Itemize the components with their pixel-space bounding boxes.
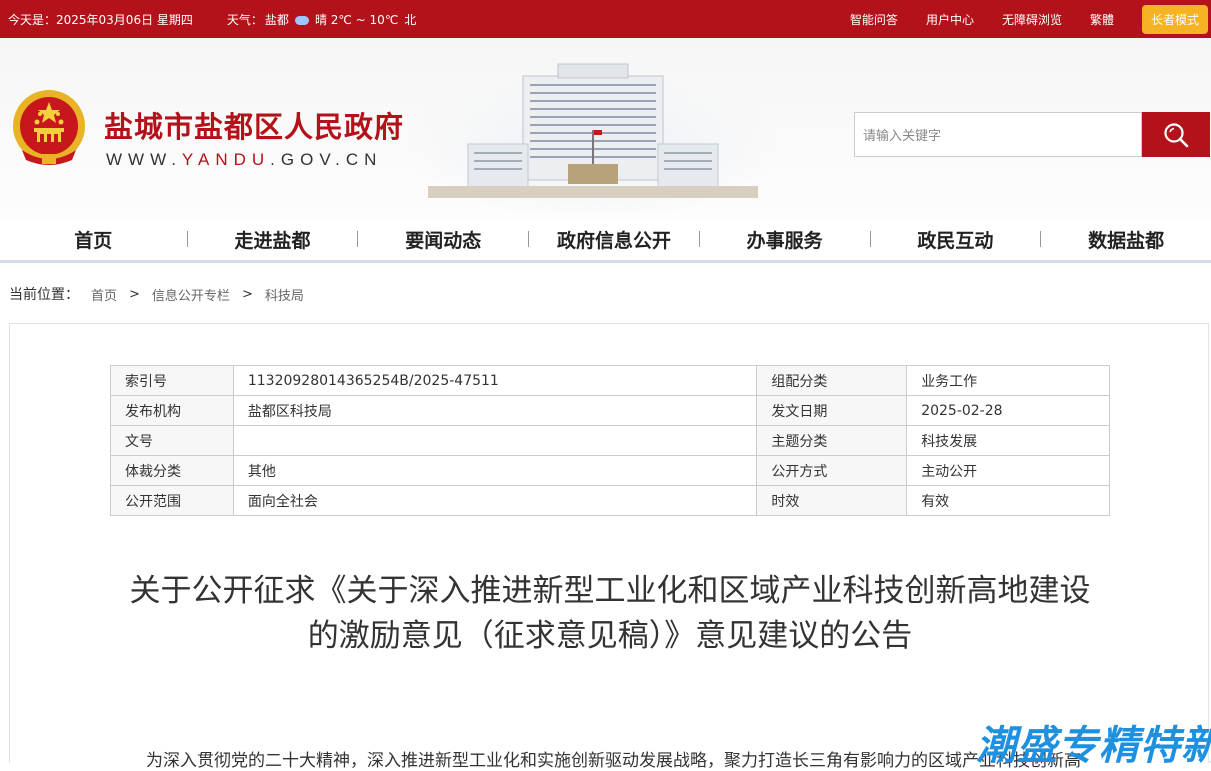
- breadcrumb-info-column[interactable]: 信息公开专栏: [152, 285, 230, 304]
- article-title: 关于公开征求《关于深入推进新型工业化和区域产业科技创新高地建设 的激励意见（征求…: [70, 569, 1150, 659]
- meta-row: 公开范围 面向全社会 时效 有效: [110, 485, 1110, 516]
- nav-about[interactable]: 走进盐都: [188, 226, 358, 253]
- link-traditional[interactable]: 繁體: [1090, 11, 1114, 28]
- meta-value: 有效: [906, 485, 1110, 516]
- top-bar: 今天是：2025年03月06日 星期四 天气： 盐都 晴 2℃ ~ 10℃ 北 …: [0, 0, 1211, 38]
- site-url-suffix: .GOV.CN: [270, 150, 383, 169]
- link-user-center[interactable]: 用户中心: [926, 11, 974, 28]
- meta-value: 盐都区科技局: [232, 395, 758, 426]
- top-bar-links: 智能问答 用户中心 无障碍浏览 繁體 长者模式: [850, 0, 1211, 38]
- weather-label: 天气：: [226, 12, 263, 27]
- article-body-first-line: 为深入贯彻党的二十大精神，深入推进新型工业化和实施创新驱动发展战略，聚力打造长三…: [146, 751, 1081, 771]
- meta-value: [232, 425, 758, 456]
- meta-row: 文号 主题分类 科技发展: [110, 425, 1110, 456]
- meta-key: 公开范围: [110, 485, 234, 516]
- search-input[interactable]: 请输入关键字: [854, 112, 1142, 157]
- site-header: 盐城市盐都区人民政府 WWW.YANDU.GOV.CN 请输入关键字: [0, 38, 1211, 218]
- meta-key: 组配分类: [756, 365, 908, 396]
- meta-value: 其他: [232, 455, 758, 486]
- meta-row: 体裁分类 其他 公开方式 主动公开: [110, 455, 1110, 486]
- site-url-prefix: WWW.: [106, 150, 182, 169]
- meta-value: 业务工作: [906, 365, 1110, 396]
- meta-key: 主题分类: [756, 425, 908, 456]
- article-title-line2: 的激励意见（征求意见稿）》意见建议的公告: [307, 618, 913, 654]
- nav-home[interactable]: 首页: [0, 226, 187, 253]
- weather-extra: 北: [404, 12, 417, 27]
- breadcrumb-home[interactable]: 首页: [91, 285, 117, 304]
- breadcrumb-label: 当前位置：: [9, 287, 79, 303]
- site-url: WWW.YANDU.GOV.CN: [106, 150, 382, 170]
- cloud-icon: [294, 15, 309, 25]
- meta-key: 索引号: [110, 365, 234, 396]
- top-bar-info: 今天是：2025年03月06日 星期四 天气： 盐都 晴 2℃ ~ 10℃ 北: [8, 0, 422, 38]
- meta-key: 文号: [110, 425, 234, 456]
- link-smart-qa[interactable]: 智能问答: [850, 11, 898, 28]
- meta-key: 公开方式: [756, 455, 908, 486]
- meta-row: 发布机构 盐都区科技局 发文日期 2025-02-28: [110, 395, 1110, 426]
- breadcrumb-separator: >: [129, 286, 140, 302]
- meta-key: 时效: [756, 485, 908, 516]
- site-url-highlight: YANDU: [181, 150, 271, 169]
- meta-key: 体裁分类: [110, 455, 234, 486]
- nav-news[interactable]: 要闻动态: [358, 226, 528, 253]
- meta-value: 科技发展: [906, 425, 1110, 456]
- government-building-image: [408, 62, 778, 212]
- link-accessibility[interactable]: 无障碍浏览: [1002, 11, 1062, 28]
- national-emblem-icon[interactable]: [10, 88, 88, 168]
- meta-key: 发文日期: [756, 395, 908, 426]
- meta-row: 索引号 11320928014365254B/2025-47511 组配分类 业务工作: [110, 365, 1110, 396]
- article-container: 索引号 11320928014365254B/2025-47511 组配分类 业务工作…: [9, 323, 1209, 771]
- weather-value: 晴 2℃ ~ 10℃: [314, 12, 399, 27]
- article-title-line1: 关于公开征求《关于深入推进新型工业化和区域产业科技创新高地建设: [129, 573, 1091, 609]
- nav-interaction[interactable]: 政民互动: [871, 226, 1041, 253]
- meta-value: 主动公开: [906, 455, 1110, 486]
- weather-city: 盐都: [264, 12, 289, 27]
- watermark-text: 潮盛专精特新: [976, 723, 1211, 769]
- nav-gov-info[interactable]: 政府信息公开: [529, 226, 699, 253]
- search-placeholder: 请输入关键字: [863, 129, 942, 144]
- breadcrumb-tech-bureau[interactable]: 科技局: [265, 285, 304, 304]
- breadcrumb: 当前位置： 首页 > 信息公开专栏 > 科技局: [9, 284, 304, 304]
- document-meta-table: 索引号 11320928014365254B/2025-47511 组配分类 业务工作…: [110, 365, 1110, 516]
- meta-value: 面向全社会: [232, 485, 758, 516]
- date-text: 今天是：2025年03月06日 星期四: [8, 12, 193, 27]
- breadcrumb-separator: >: [241, 286, 253, 302]
- search-icon: [1164, 122, 1189, 147]
- site-title[interactable]: 盐城市盐都区人民政府: [104, 104, 404, 146]
- meta-value: 11320928014365254B/2025-47511: [232, 365, 758, 396]
- search-button[interactable]: [1142, 112, 1210, 157]
- meta-key: 发布机构: [110, 395, 234, 426]
- main-nav: 首页 走进盐都 要闻动态 政府信息公开 办事服务 政民互动 数据盐都: [0, 218, 1211, 263]
- nav-services[interactable]: 办事服务: [700, 226, 870, 253]
- elder-mode-button[interactable]: 长者模式: [1141, 4, 1208, 34]
- nav-data[interactable]: 数据盐都: [1041, 226, 1211, 253]
- meta-value: 2025-02-28: [906, 395, 1110, 426]
